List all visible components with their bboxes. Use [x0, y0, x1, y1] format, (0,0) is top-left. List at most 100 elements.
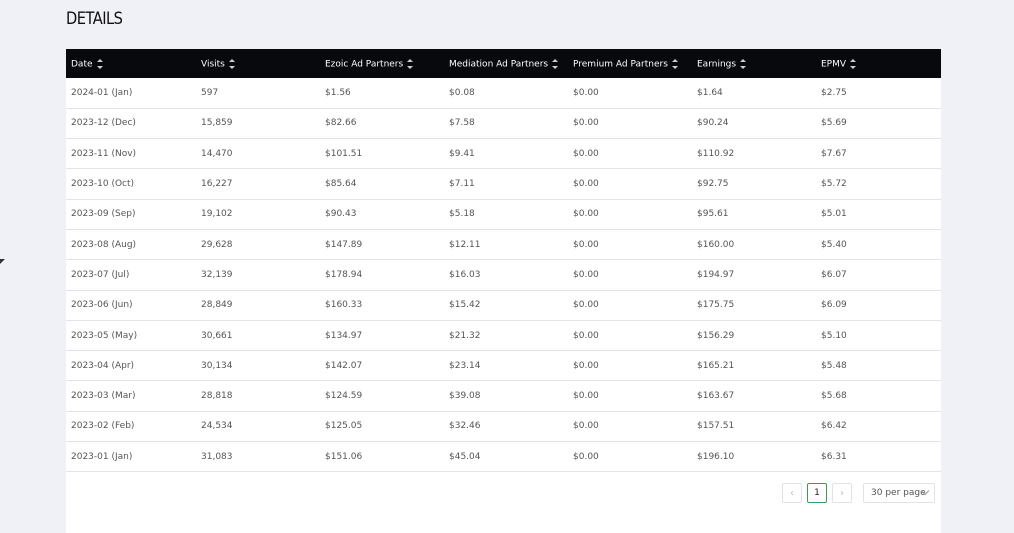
table-cell: 597 [201, 87, 219, 98]
table-cell: $160.33 [325, 300, 363, 311]
table-cell: $1.56 [325, 87, 351, 98]
column-header-mediation[interactable]: Mediation Ad Partners [444, 49, 568, 78]
table-cell: $90.43 [325, 209, 357, 220]
table-cell: $5.10 [821, 330, 847, 341]
table-cell: $160.00 [697, 239, 735, 250]
table-cell: $124.59 [325, 391, 363, 402]
mouse-cursor-icon [0, 259, 5, 264]
table-cell: $0.00 [573, 87, 599, 98]
table-body: 2024-01 (Jan) 597 $1.56 $0.08 $0.00 $1.64 $2.7… [66, 78, 941, 472]
table-cell: $12.11 [449, 239, 481, 250]
chevron-right-icon: › [840, 487, 844, 499]
next-page-button[interactable]: › [832, 483, 852, 503]
table-cell: $21.32 [449, 330, 481, 341]
column-header-ezoic[interactable]: Ezoic Ad Partners [320, 49, 444, 78]
pagination: ‹ 1 › 30 per page [782, 483, 935, 503]
table-cell: $165.21 [697, 360, 735, 371]
table-cell: 2023-05 (May) [71, 330, 138, 341]
column-header-label: Date [71, 59, 93, 69]
table-cell: $0.08 [449, 87, 475, 98]
table-cell: $7.11 [449, 179, 475, 190]
column-header-epmv[interactable]: EPMV [816, 49, 941, 78]
table-cell: $39.08 [449, 391, 481, 402]
table-cell: $157.51 [697, 421, 735, 432]
prev-page-button[interactable]: ‹ [782, 483, 802, 503]
table-cell: 2023-03 (Mar) [71, 391, 136, 402]
table-row: 2024-01 (Jan) 597 $1.56 $0.08 $0.00 $1.64 $2.7… [66, 78, 941, 109]
table-cell: $5.40 [821, 239, 847, 250]
table-cell: $7.67 [821, 148, 847, 159]
column-header-visits[interactable]: Visits [196, 49, 320, 78]
column-header-label: Mediation Ad Partners [449, 59, 549, 69]
table-cell: $0.00 [573, 209, 599, 220]
column-header-date[interactable]: Date [66, 49, 196, 78]
per-page-select[interactable]: 30 per page [863, 483, 935, 503]
table-cell: $147.89 [325, 239, 363, 250]
table-cell: $142.07 [325, 360, 363, 371]
table-row: 2023-07 (Jul) 32,139 $178.94 $16.03 $0.00 $19… [66, 260, 941, 291]
sort-icon[interactable] [552, 58, 559, 70]
table-header-row: Date Visits Ezoic Ad Partners Mediation … [66, 49, 941, 78]
page: DETAILS Date Visits Ezoic Ad Partners Me… [0, 0, 1014, 533]
table-cell: 19,102 [201, 209, 233, 220]
table-cell: $0.00 [573, 421, 599, 432]
table-cell: $23.14 [449, 360, 481, 371]
column-header-earnings[interactable]: Earnings [692, 49, 816, 78]
table-cell: 14,470 [201, 148, 233, 159]
table-cell: $1.64 [697, 87, 723, 98]
sort-icon[interactable] [850, 58, 857, 70]
table-cell: 2023-06 (Jun) [71, 300, 133, 311]
per-page-value: 30 per page [871, 488, 926, 498]
column-header-premium[interactable]: Premium Ad Partners [568, 49, 692, 78]
table-cell: $163.67 [697, 391, 735, 402]
table-cell: 29,628 [201, 239, 233, 250]
table-cell: $134.97 [325, 330, 363, 341]
table-cell: 2023-02 (Feb) [71, 421, 135, 432]
sort-icon[interactable] [407, 58, 414, 70]
table-cell: 30,661 [201, 330, 233, 341]
table-cell: $6.31 [821, 451, 847, 462]
table-cell: $194.97 [697, 269, 735, 280]
table-cell: $0.00 [573, 179, 599, 190]
table-cell: $2.75 [821, 87, 847, 98]
table-cell: $16.03 [449, 269, 481, 280]
table-cell: 2023-10 (Oct) [71, 179, 135, 190]
table-cell: $0.00 [573, 300, 599, 311]
table-cell: $0.00 [573, 391, 599, 402]
page-button-current[interactable]: 1 [807, 483, 827, 503]
table-cell: $0.00 [573, 118, 599, 129]
table-cell: $6.42 [821, 421, 847, 432]
table-cell: 16,227 [201, 179, 233, 190]
sort-icon[interactable] [228, 58, 235, 70]
sort-icon[interactable] [96, 58, 103, 70]
table-cell: $125.05 [325, 421, 363, 432]
table-cell: $5.69 [821, 118, 847, 129]
table-cell: $5.18 [449, 209, 475, 220]
sort-icon[interactable] [671, 58, 678, 70]
table-cell: 15,859 [201, 118, 233, 129]
table-cell: 2023-01 (Jan) [71, 451, 133, 462]
table-cell: 24,534 [201, 421, 233, 432]
table-row: 2023-11 (Nov) 14,470 $101.51 $9.41 $0.00 $110… [66, 139, 941, 169]
table-cell: $0.00 [573, 330, 599, 341]
table-cell: 2023-04 (Apr) [71, 360, 135, 371]
table-row: 2023-03 (Mar) 28,818 $124.59 $39.08 $0.00 $16… [66, 381, 941, 412]
table-cell: $156.29 [697, 330, 735, 341]
table-cell: 32,139 [201, 269, 233, 280]
table-row: 2023-01 (Jan) 31,083 $151.06 $45.04 $0.00 $19… [66, 442, 941, 472]
table-cell: 2023-08 (Aug) [71, 239, 137, 250]
table-row: 2023-06 (Jun) 28,849 $160.33 $15.42 $0.00 $17… [66, 290, 941, 321]
column-header-label: Earnings [697, 59, 737, 69]
table-cell: $82.66 [325, 118, 357, 129]
sort-icon[interactable] [740, 58, 747, 70]
table-cell: 31,083 [201, 451, 233, 462]
table-cell: 2023-11 (Nov) [71, 148, 137, 159]
table-cell: $5.48 [821, 360, 847, 371]
table-cell: $45.04 [449, 451, 481, 462]
table-cell: $9.41 [449, 148, 475, 159]
table-row: 2023-09 (Sep) 19,102 $90.43 $5.18 $0.00 $95.6… [66, 199, 941, 230]
table-cell: $85.64 [325, 179, 357, 190]
table-cell: 2023-09 (Sep) [71, 209, 136, 220]
table-cell: $5.68 [821, 391, 847, 402]
table-cell: $175.75 [697, 300, 735, 311]
